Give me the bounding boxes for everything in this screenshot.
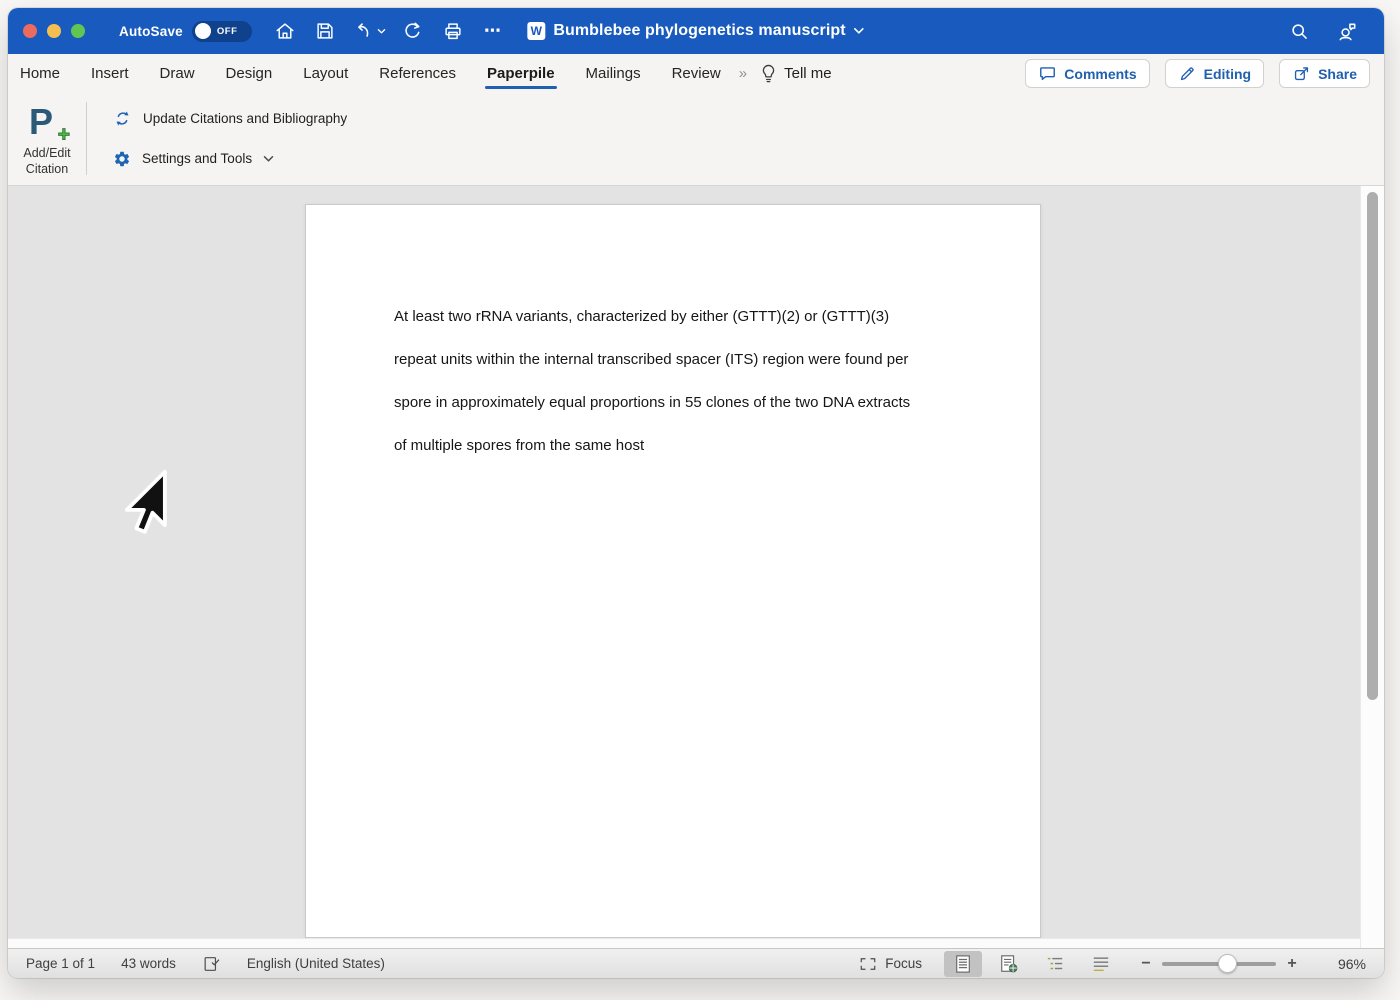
word-doc-icon: W <box>527 22 545 40</box>
editing-button[interactable]: Editing <box>1165 59 1264 88</box>
toggle-knob-icon <box>195 23 211 39</box>
proofing-status[interactable] <box>202 955 221 973</box>
print-layout-view-button[interactable] <box>944 951 982 977</box>
document-page[interactable]: At least two rRNA variants, characterize… <box>305 204 1041 938</box>
account-icon <box>1336 20 1359 43</box>
gear-icon <box>113 150 131 168</box>
comments-button[interactable]: Comments <box>1025 59 1149 88</box>
undo-button[interactable] <box>352 20 386 42</box>
outline-view-icon <box>1045 955 1065 973</box>
page-count[interactable]: Page 1 of 1 <box>26 956 95 971</box>
document-line: spore in approximately equal proportions… <box>394 381 910 424</box>
web-layout-icon <box>999 954 1019 974</box>
autosave-toggle[interactable]: OFF <box>192 21 252 42</box>
share-icon <box>1292 64 1311 83</box>
document-text: At least two rRNA variants, characterize… <box>394 295 910 467</box>
draft-view-button[interactable] <box>1082 951 1120 977</box>
autosave-label: AutoSave <box>119 24 183 39</box>
ribbon-tab-row: Home Insert Draw Design Layout Reference… <box>8 54 1384 92</box>
focus-button[interactable]: Focus <box>859 956 922 972</box>
tab-review[interactable]: Review <box>672 54 721 92</box>
paperpile-logo: P + <box>25 100 69 144</box>
save-button[interactable] <box>312 18 338 44</box>
close-button[interactable] <box>23 24 37 38</box>
ribbon-divider <box>86 102 87 175</box>
draft-view-icon <box>1091 955 1111 973</box>
focus-icon <box>859 956 877 972</box>
tab-overflow-chevron[interactable]: » <box>739 65 746 82</box>
print-icon <box>442 20 464 42</box>
more-commands-button[interactable]: ⋯ <box>480 18 506 44</box>
tell-me-button[interactable]: Tell me <box>760 64 832 83</box>
home-button[interactable] <box>272 18 298 44</box>
add-edit-citation-label: Add/Edit Citation <box>23 145 70 178</box>
zoom-slider-thumb[interactable] <box>1218 954 1237 973</box>
zoom-percentage[interactable]: 96% <box>1314 956 1366 972</box>
language-status[interactable]: English (United States) <box>247 956 385 971</box>
search-icon <box>1289 21 1310 42</box>
tab-insert[interactable]: Insert <box>91 54 129 92</box>
tab-home[interactable]: Home <box>20 54 60 92</box>
lightbulb-icon <box>760 64 777 83</box>
word-window: AutoSave OFF ⋯ W Bum <box>8 8 1384 978</box>
share-button[interactable]: Share <box>1279 59 1370 88</box>
document-title-menu[interactable]: W Bumblebee phylogenetics manuscript <box>527 8 864 54</box>
tab-mailings[interactable]: Mailings <box>586 54 641 92</box>
traffic-lights <box>23 24 85 38</box>
active-tab-underline <box>485 86 557 90</box>
zoom-control: − + <box>1138 955 1300 973</box>
home-icon <box>274 20 296 42</box>
print-button[interactable] <box>440 18 466 44</box>
title-chevron-down-icon <box>854 27 865 35</box>
tab-references[interactable]: References <box>379 54 456 92</box>
pencil-icon <box>1178 64 1197 83</box>
tab-draw[interactable]: Draw <box>160 54 195 92</box>
tab-paperpile[interactable]: Paperpile <box>487 54 555 92</box>
print-layout-icon <box>954 954 972 974</box>
zoom-in-button[interactable]: + <box>1284 955 1300 973</box>
save-icon <box>314 20 336 42</box>
redo-button[interactable] <box>400 18 426 44</box>
paperpile-ribbon: P + Add/Edit Citation Update Citations a… <box>8 92 1384 186</box>
outline-view-button[interactable] <box>1036 951 1074 977</box>
document-line: of multiple spores from the same host <box>394 424 910 467</box>
minimize-button[interactable] <box>47 24 61 38</box>
refresh-icon <box>113 109 132 128</box>
status-bar: Page 1 of 1 43 words English (United Sta… <box>8 948 1384 978</box>
mouse-cursor-icon <box>115 468 169 548</box>
fullscreen-button[interactable] <box>71 24 85 38</box>
account-button[interactable] <box>1334 18 1360 44</box>
undo-icon <box>352 20 374 42</box>
comments-icon <box>1038 64 1057 83</box>
tab-design[interactable]: Design <box>226 54 273 92</box>
zoom-slider[interactable] <box>1162 962 1276 966</box>
horizontal-scrollbar-track[interactable] <box>8 938 1360 948</box>
word-count[interactable]: 43 words <box>121 956 176 971</box>
web-layout-view-button[interactable] <box>990 951 1028 977</box>
undo-menu-chevron-icon <box>377 28 386 35</box>
tab-layout[interactable]: Layout <box>303 54 348 92</box>
add-edit-citation-button[interactable]: P + Add/Edit Citation <box>8 92 86 185</box>
redo-icon <box>402 20 424 42</box>
proofing-icon <box>202 955 221 973</box>
zoom-out-button[interactable]: − <box>1138 955 1154 973</box>
vertical-scrollbar-thumb[interactable] <box>1367 192 1378 700</box>
vertical-scrollbar-track[interactable] <box>1360 186 1384 948</box>
search-button[interactable] <box>1286 18 1312 44</box>
titlebar: AutoSave OFF ⋯ W Bum <box>8 8 1384 54</box>
settings-chevron-down-icon <box>263 155 274 163</box>
document-title: Bumblebee phylogenetics manuscript <box>553 22 845 40</box>
update-citations-button[interactable]: Update Citations and Bibliography <box>113 104 347 133</box>
document-line: At least two rRNA variants, characterize… <box>394 295 910 338</box>
settings-and-tools-button[interactable]: Settings and Tools <box>113 145 347 174</box>
autosave-state: OFF <box>217 26 238 37</box>
document-line: repeat units within the internal transcr… <box>394 338 910 381</box>
document-canvas: At least two rRNA variants, characterize… <box>8 186 1384 948</box>
